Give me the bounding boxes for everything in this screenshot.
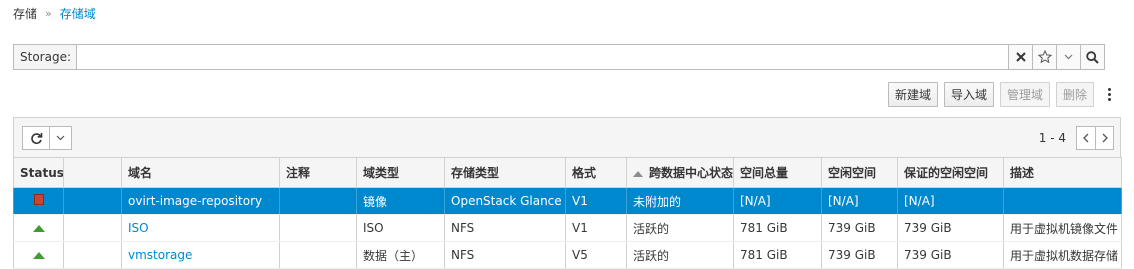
manage-domain-button[interactable]: 管理域 [999,82,1050,107]
col-free-space[interactable]: 空闲空间 [821,157,898,188]
refresh-interval-dropdown[interactable] [49,127,71,149]
table-toolbar: 1 - 4 [13,117,1121,157]
kebab-menu-icon[interactable] [1102,82,1116,107]
breadcrumb: 存储 » 存储域 [13,5,96,21]
dc-status-cell: 活跃的 [626,214,734,242]
prev-page-button[interactable] [1077,127,1095,149]
blank-cell [63,214,122,242]
format-cell: V1 [565,187,627,215]
dc-status-cell: 活跃的 [626,241,734,269]
format-cell: V1 [565,214,627,242]
storage-type-cell: NFS [444,214,566,242]
unattached-status-icon [33,194,44,205]
up-status-icon [32,252,45,259]
free-space-cell: 739 GiB [821,241,898,269]
status-cell [13,241,64,269]
col-domain-type[interactable]: 域类型 [356,157,445,188]
col-status[interactable]: Status [13,157,64,188]
next-page-button[interactable] [1095,127,1113,149]
star-icon [1037,50,1052,64]
col-cross-dc-status-label: 跨数据中心状态 [649,166,734,180]
breadcrumb-separator: » [45,6,52,20]
clear-search-button[interactable] [1008,45,1032,69]
status-cell [13,187,64,215]
storage-domain-table: Status 域名 注释 域类型 存储类型 格式 跨数据中心状态 空间总量 空闲… [13,157,1122,269]
chevron-left-icon [1083,133,1089,143]
new-domain-button[interactable]: 新建域 [887,82,938,107]
breadcrumb-parent[interactable]: 存储 [13,5,37,22]
comment-cell [279,187,357,215]
domain-name-cell[interactable]: ovirt-image-repository [121,187,280,215]
pagination-range: 1 - 4 [1038,131,1066,145]
col-cross-dc-status[interactable]: 跨数据中心状态 [626,157,734,188]
search-bar: Storage: [13,44,1105,70]
storage-type-cell: NFS [444,241,566,269]
action-toolbar: 新建域 导入域 管理域 删除 [887,82,1116,107]
table-row[interactable]: ovirt-image-repository 镜像 OpenStack Glan… [13,187,1122,215]
table-row[interactable]: ISO ISO NFS V1 活跃的 781 GiB 739 GiB 739 G… [13,214,1122,242]
chevron-down-icon [56,135,65,141]
sort-ascending-icon [633,170,643,177]
col-format[interactable]: 格式 [565,157,627,188]
comment-cell [279,241,357,269]
domain-type-cell: 镜像 [356,187,445,215]
col-guaranteed-free-space[interactable]: 保证的空闲空间 [897,157,1004,188]
refresh-button[interactable] [23,127,49,149]
free-space-cell: [N/A] [821,187,898,215]
col-total-space[interactable]: 空间总量 [733,157,822,188]
import-domain-button[interactable]: 导入域 [943,82,994,107]
bookmark-button[interactable] [1032,45,1056,69]
col-domain-name[interactable]: 域名 [121,157,280,188]
domain-name-link[interactable]: ISO [121,214,280,242]
description-cell [1003,187,1122,215]
pagination: 1 - 4 [1039,126,1114,150]
search-button[interactable] [1080,45,1104,69]
format-cell: V5 [565,241,627,269]
storage-type-cell: OpenStack Glance [444,187,566,215]
chevron-right-icon [1102,133,1108,143]
domain-type-cell: 数据（主） [356,241,445,269]
description-cell: 用于虚拟机数据存储 [1003,241,1122,269]
refresh-icon [30,132,42,144]
bookmark-dropdown-button[interactable] [1056,45,1080,69]
search-label: Storage: [14,45,77,69]
col-storage-type[interactable]: 存储类型 [444,157,566,188]
col-description[interactable]: 描述 [1003,157,1122,188]
remove-button[interactable]: 删除 [1055,82,1094,107]
total-space-cell: 781 GiB [733,214,822,242]
search-icon [1086,50,1099,64]
up-status-icon [32,225,45,232]
total-space-cell: 781 GiB [733,241,822,269]
status-cell [13,214,64,242]
search-input[interactable] [77,45,1008,69]
free-space-cell: 739 GiB [821,214,898,242]
breadcrumb-current[interactable]: 存储域 [60,5,96,22]
domain-type-cell: ISO [356,214,445,242]
blank-cell [63,241,122,269]
col-comment[interactable]: 注释 [279,157,357,188]
guaranteed-space-cell: 739 GiB [897,241,1004,269]
table-row[interactable]: vmstorage 数据（主） NFS V5 活跃的 781 GiB 739 G… [13,241,1122,269]
close-icon [1015,52,1026,62]
domain-name-link[interactable]: vmstorage [121,241,280,269]
blank-cell [63,187,122,215]
guaranteed-space-cell: [N/A] [897,187,1004,215]
table-header-row: Status 域名 注释 域类型 存储类型 格式 跨数据中心状态 空间总量 空闲… [13,157,1122,188]
col-blank [63,157,122,188]
chevron-down-icon [1064,54,1073,60]
guaranteed-space-cell: 739 GiB [897,214,1004,242]
dc-status-cell: 未附加的 [626,187,734,215]
refresh-control [22,126,72,150]
total-space-cell: [N/A] [733,187,822,215]
description-cell: 用于虚拟机镜像文件 [1003,214,1122,242]
comment-cell [279,214,357,242]
